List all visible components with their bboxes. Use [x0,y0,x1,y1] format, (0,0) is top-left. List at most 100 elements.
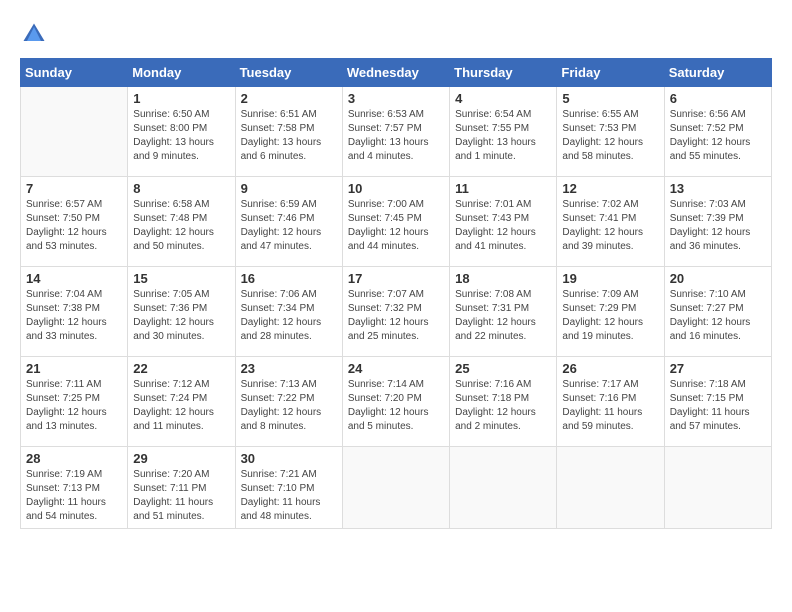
day-number: 11 [455,181,551,196]
calendar-cell [342,447,449,529]
day-number: 17 [348,271,444,286]
calendar-cell: 5 Sunrise: 6:55 AM Sunset: 7:53 PM Daylig… [557,87,664,177]
calendar-cell: 6 Sunrise: 6:56 AM Sunset: 7:52 PM Daylig… [664,87,771,177]
day-info: Sunrise: 7:10 AM Sunset: 7:27 PM Dayligh… [670,288,766,344]
calendar-week-row: 28 Sunrise: 7:19 AM Sunset: 7:13 PM Dayli… [21,447,772,529]
day-info: Sunrise: 7:08 AM Sunset: 7:31 PM Dayligh… [455,288,551,344]
day-number: 28 [26,451,122,466]
day-info: Sunrise: 7:02 AM Sunset: 7:41 PM Dayligh… [562,198,658,254]
day-info: Sunrise: 7:16 AM Sunset: 7:18 PM Dayligh… [455,378,551,434]
day-number: 13 [670,181,766,196]
calendar-cell: 12 Sunrise: 7:02 AM Sunset: 7:41 PM Dayli… [557,177,664,267]
calendar-week-row: 7Sunrise: 6:57 AM Sunset: 7:50 PM Daylig… [21,177,772,267]
day-number: 26 [562,361,658,376]
weekday-header-saturday: Saturday [664,59,771,87]
day-number: 3 [348,91,444,106]
page-header [20,20,772,48]
day-info: Sunrise: 7:17 AM Sunset: 7:16 PM Dayligh… [562,378,658,434]
calendar-cell: 1Sunrise: 6:50 AM Sunset: 8:00 PM Daylig… [128,87,235,177]
day-info: Sunrise: 6:51 AM Sunset: 7:58 PM Dayligh… [241,108,337,164]
day-info: Sunrise: 6:53 AM Sunset: 7:57 PM Dayligh… [348,108,444,164]
calendar-cell: 26 Sunrise: 7:17 AM Sunset: 7:16 PM Dayli… [557,357,664,447]
day-info: Sunrise: 7:19 AM Sunset: 7:13 PM Dayligh… [26,468,122,524]
day-number: 6 [670,91,766,106]
calendar-cell: 22 Sunrise: 7:12 AM Sunset: 7:24 PM Dayli… [128,357,235,447]
day-info: Sunrise: 7:13 AM Sunset: 7:22 PM Dayligh… [241,378,337,434]
calendar-cell: 29Sunrise: 7:20 AM Sunset: 7:11 PM Dayli… [128,447,235,529]
weekday-header-sunday: Sunday [21,59,128,87]
calendar-cell: 9 Sunrise: 6:59 AM Sunset: 7:46 PM Daylig… [235,177,342,267]
calendar-cell: 15 Sunrise: 7:05 AM Sunset: 7:36 PM Dayli… [128,267,235,357]
day-info: Sunrise: 7:05 AM Sunset: 7:36 PM Dayligh… [133,288,229,344]
day-number: 20 [670,271,766,286]
day-info: Sunrise: 7:14 AM Sunset: 7:20 PM Dayligh… [348,378,444,434]
day-number: 22 [133,361,229,376]
calendar-week-row: 14 Sunrise: 7:04 AM Sunset: 7:38 PM Dayli… [21,267,772,357]
day-info: Sunrise: 7:00 AM Sunset: 7:45 PM Dayligh… [348,198,444,254]
calendar-cell: 7Sunrise: 6:57 AM Sunset: 7:50 PM Daylig… [21,177,128,267]
day-number: 10 [348,181,444,196]
calendar-cell: 25 Sunrise: 7:16 AM Sunset: 7:18 PM Dayli… [450,357,557,447]
weekday-header-monday: Monday [128,59,235,87]
calendar-cell: 17 Sunrise: 7:07 AM Sunset: 7:32 PM Dayli… [342,267,449,357]
day-number: 19 [562,271,658,286]
calendar-cell: 2 Sunrise: 6:51 AM Sunset: 7:58 PM Daylig… [235,87,342,177]
day-info: Sunrise: 7:12 AM Sunset: 7:24 PM Dayligh… [133,378,229,434]
calendar-cell: 19Sunrise: 7:09 AM Sunset: 7:29 PM Dayli… [557,267,664,357]
day-info: Sunrise: 6:54 AM Sunset: 7:55 PM Dayligh… [455,108,551,164]
calendar-cell: 16 Sunrise: 7:06 AM Sunset: 7:34 PM Dayli… [235,267,342,357]
day-info: Sunrise: 6:55 AM Sunset: 7:53 PM Dayligh… [562,108,658,164]
logo-icon [20,20,48,48]
day-info: Sunrise: 6:59 AM Sunset: 7:46 PM Dayligh… [241,198,337,254]
day-info: Sunrise: 7:04 AM Sunset: 7:38 PM Dayligh… [26,288,122,344]
day-info: Sunrise: 7:06 AM Sunset: 7:34 PM Dayligh… [241,288,337,344]
calendar-cell: 30 Sunrise: 7:21 AM Sunset: 7:10 PM Dayli… [235,447,342,529]
day-number: 29 [133,451,229,466]
calendar-cell: 14 Sunrise: 7:04 AM Sunset: 7:38 PM Dayli… [21,267,128,357]
day-info: Sunrise: 6:56 AM Sunset: 7:52 PM Dayligh… [670,108,766,164]
calendar-cell: 4 Sunrise: 6:54 AM Sunset: 7:55 PM Daylig… [450,87,557,177]
day-number: 4 [455,91,551,106]
calendar-cell: 20 Sunrise: 7:10 AM Sunset: 7:27 PM Dayli… [664,267,771,357]
calendar-cell: 23 Sunrise: 7:13 AM Sunset: 7:22 PM Dayli… [235,357,342,447]
day-info: Sunrise: 7:07 AM Sunset: 7:32 PM Dayligh… [348,288,444,344]
day-info: Sunrise: 7:11 AM Sunset: 7:25 PM Dayligh… [26,378,122,434]
calendar-table: SundayMondayTuesdayWednesdayThursdayFrid… [20,58,772,529]
day-number: 24 [348,361,444,376]
weekday-header-wednesday: Wednesday [342,59,449,87]
calendar-header-row: SundayMondayTuesdayWednesdayThursdayFrid… [21,59,772,87]
weekday-header-tuesday: Tuesday [235,59,342,87]
calendar-cell [664,447,771,529]
day-number: 30 [241,451,337,466]
day-number: 5 [562,91,658,106]
calendar-cell: 3 Sunrise: 6:53 AM Sunset: 7:57 PM Daylig… [342,87,449,177]
day-number: 12 [562,181,658,196]
calendar-cell: 18 Sunrise: 7:08 AM Sunset: 7:31 PM Dayli… [450,267,557,357]
calendar-cell [21,87,128,177]
day-info: Sunrise: 7:03 AM Sunset: 7:39 PM Dayligh… [670,198,766,254]
calendar-cell: 8Sunrise: 6:58 AM Sunset: 7:48 PM Daylig… [128,177,235,267]
day-number: 23 [241,361,337,376]
day-number: 9 [241,181,337,196]
calendar-cell [450,447,557,529]
calendar-cell: 28 Sunrise: 7:19 AM Sunset: 7:13 PM Dayli… [21,447,128,529]
day-info: Sunrise: 7:18 AM Sunset: 7:15 PM Dayligh… [670,378,766,434]
day-number: 15 [133,271,229,286]
calendar-week-row: 1Sunrise: 6:50 AM Sunset: 8:00 PM Daylig… [21,87,772,177]
day-number: 16 [241,271,337,286]
day-number: 7 [26,181,122,196]
weekday-header-friday: Friday [557,59,664,87]
day-number: 14 [26,271,122,286]
calendar-cell: 24 Sunrise: 7:14 AM Sunset: 7:20 PM Dayli… [342,357,449,447]
calendar-cell: 27Sunrise: 7:18 AM Sunset: 7:15 PM Dayli… [664,357,771,447]
day-number: 18 [455,271,551,286]
day-number: 2 [241,91,337,106]
day-info: Sunrise: 7:01 AM Sunset: 7:43 PM Dayligh… [455,198,551,254]
calendar-week-row: 21 Sunrise: 7:11 AM Sunset: 7:25 PM Dayli… [21,357,772,447]
day-number: 25 [455,361,551,376]
weekday-header-thursday: Thursday [450,59,557,87]
day-info: Sunrise: 7:21 AM Sunset: 7:10 PM Dayligh… [241,468,337,524]
calendar-cell: 10 Sunrise: 7:00 AM Sunset: 7:45 PM Dayli… [342,177,449,267]
day-number: 21 [26,361,122,376]
day-number: 1 [133,91,229,106]
